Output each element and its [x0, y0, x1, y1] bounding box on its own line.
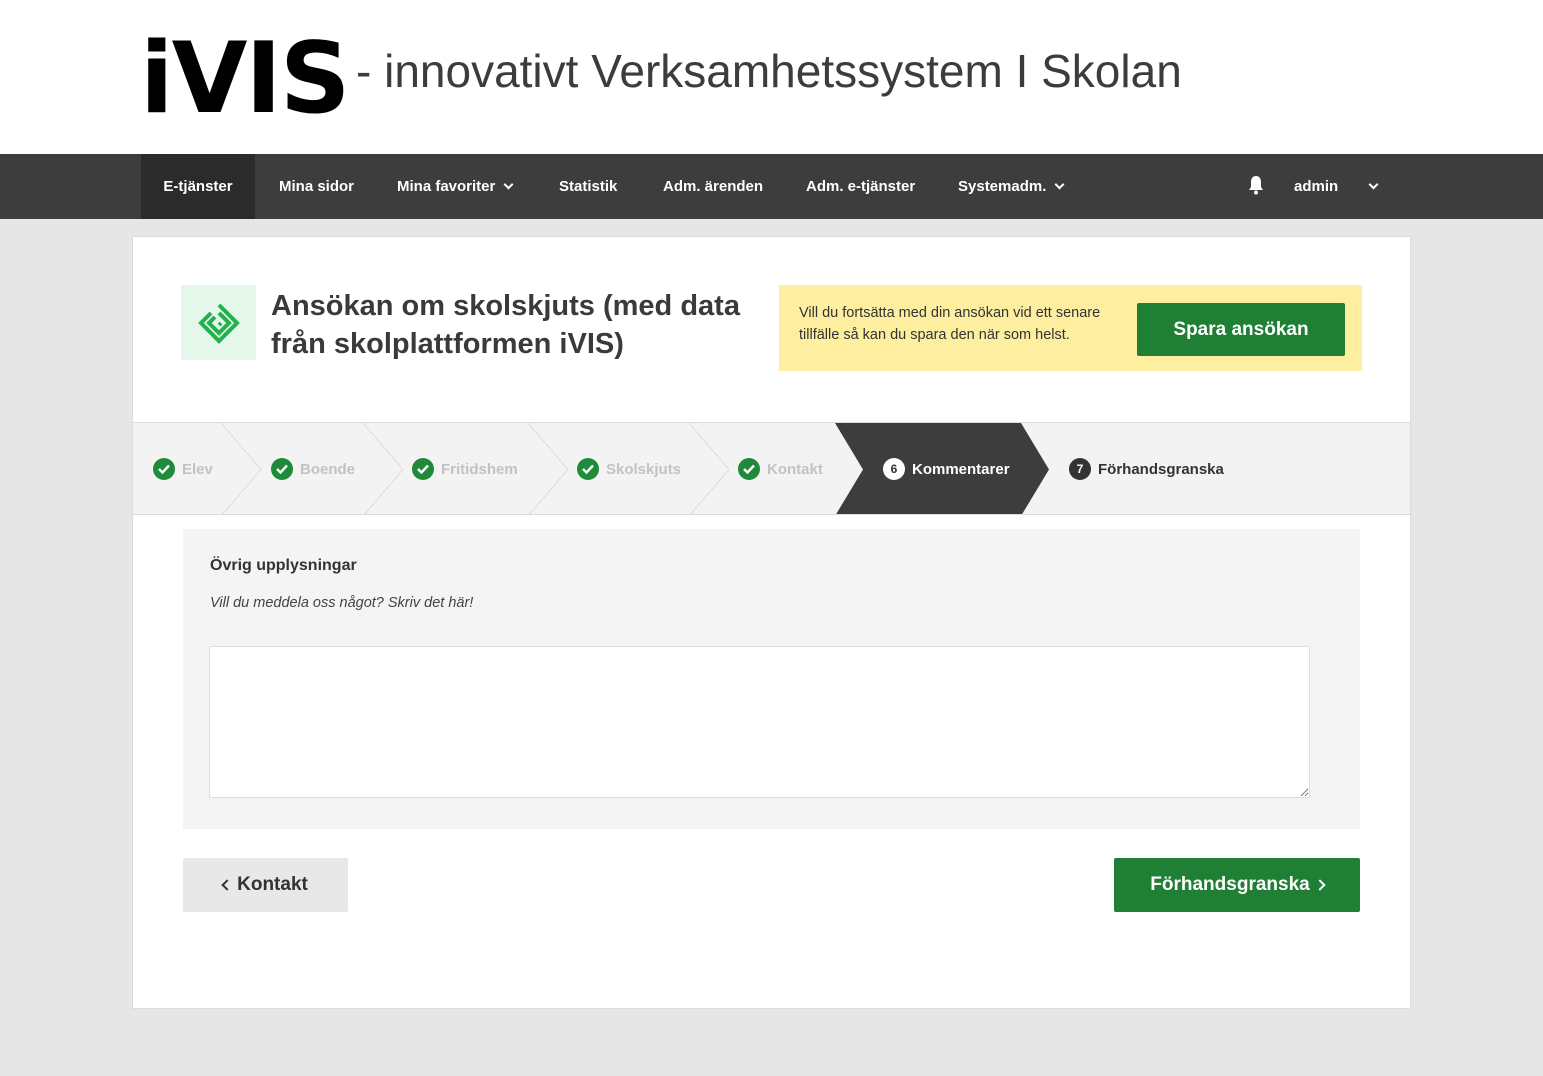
step-elev[interactable]: Elev: [153, 423, 213, 514]
site-tagline: - innovativt Verksamhetssystem I Skolan: [356, 45, 1182, 97]
nav-label: Systemadm.: [958, 178, 1047, 195]
nav-label: Adm. ärenden: [663, 178, 764, 195]
step-kommentarer[interactable]: 6 Kommentarer: [883, 423, 1010, 514]
next-button-label: Förhandsgranska: [1150, 874, 1310, 895]
chevron-left-icon: [221, 879, 233, 891]
back-button[interactable]: Kontakt: [183, 858, 348, 912]
nav-item-mina-sidor[interactable]: Mina sidor: [279, 154, 354, 219]
form-title: Ansökan om skolskjuts (med data från sko…: [271, 290, 740, 360]
form-logo-icon: [181, 285, 256, 360]
application-card: Ansökan om skolskjuts (med data från sko…: [132, 236, 1411, 1009]
nav-item-statistik[interactable]: Statistik: [559, 154, 617, 219]
back-button-label: Kontakt: [237, 874, 308, 895]
chevron-down-icon: [503, 179, 514, 189]
step-skolskjuts[interactable]: Skolskjuts: [577, 423, 682, 514]
save-application-button[interactable]: Spara ansökan: [1137, 303, 1345, 356]
step-label: Boende: [300, 460, 356, 478]
user-name: admin: [1294, 178, 1339, 195]
step-divider: [363, 423, 403, 514]
chevron-down-icon: [1054, 179, 1065, 189]
step-boende[interactable]: Boende: [271, 423, 356, 514]
nav-item-e-tjanster[interactable]: E-tjänster: [141, 154, 255, 219]
check-icon: [412, 458, 434, 480]
top-navigation: E-tjänster Mina sidor Mina favoriter Sta…: [0, 154, 1543, 219]
site-header: iVIS - innovativt Verksamhetssystem I Sk…: [0, 0, 1543, 154]
nav-item-adm-arenden[interactable]: Adm. ärenden: [663, 154, 763, 219]
check-icon: [153, 458, 175, 480]
step-divider: [689, 423, 729, 514]
step-label: Skolskjuts: [606, 460, 682, 478]
nav-item-systemadm[interactable]: Systemadm.: [958, 154, 1065, 219]
comments-section: Övrig upplysningar Vill du meddela oss n…: [183, 529, 1360, 829]
save-notice: Vill du fortsätta med din ansökan vid et…: [779, 285, 1362, 371]
field-label: Övrig upplysningar: [210, 557, 357, 574]
step-divider: [221, 423, 261, 514]
step-number-badge: 7: [1069, 458, 1091, 480]
nav-item-mina-favoriter[interactable]: Mina favoriter: [397, 154, 514, 219]
bell-icon[interactable]: [1248, 175, 1264, 195]
nav-label: Mina sidor: [279, 178, 355, 195]
step-fritidshem[interactable]: Fritidshem: [412, 423, 518, 514]
nav-item-adm-e-tjanster[interactable]: Adm. e-tjänster: [806, 154, 915, 219]
step-label: Kommentarer: [912, 460, 1010, 478]
nav-label: Adm. e-tjänster: [806, 178, 916, 195]
step-forhandsgranska[interactable]: 7 Förhandsgranska: [1069, 423, 1224, 514]
nav-label: E-tjänster: [163, 178, 233, 195]
nav-label: Mina favoriter: [397, 178, 496, 195]
step-kontakt[interactable]: Kontakt: [738, 423, 823, 514]
chevron-right-icon: [1314, 879, 1326, 891]
step-indicator: Elev Boende Fritidshem Skolskjuts Kontak…: [133, 422, 1410, 515]
step-label: Elev: [182, 460, 213, 478]
check-icon: [577, 458, 599, 480]
step-number-badge: 6: [883, 458, 905, 480]
next-button[interactable]: Förhandsgranska: [1114, 858, 1360, 912]
step-label: Kontakt: [767, 460, 823, 478]
save-notice-text: Vill du fortsätta med din ansökan vid et…: [799, 305, 1101, 343]
step-label: Fritidshem: [441, 460, 518, 478]
nav-label: Statistik: [559, 178, 618, 195]
check-icon: [271, 458, 293, 480]
step-divider: [528, 423, 568, 514]
step-label: Förhandsgranska: [1098, 460, 1224, 478]
field-help-text: Vill du meddela oss något? Skriv det här…: [210, 595, 474, 611]
comments-textarea[interactable]: [209, 646, 1310, 798]
user-menu[interactable]: admin: [1294, 154, 1379, 219]
ivis-logo[interactable]: iVIS: [140, 30, 350, 128]
chevron-down-icon: [1368, 179, 1379, 189]
check-icon: [738, 458, 760, 480]
